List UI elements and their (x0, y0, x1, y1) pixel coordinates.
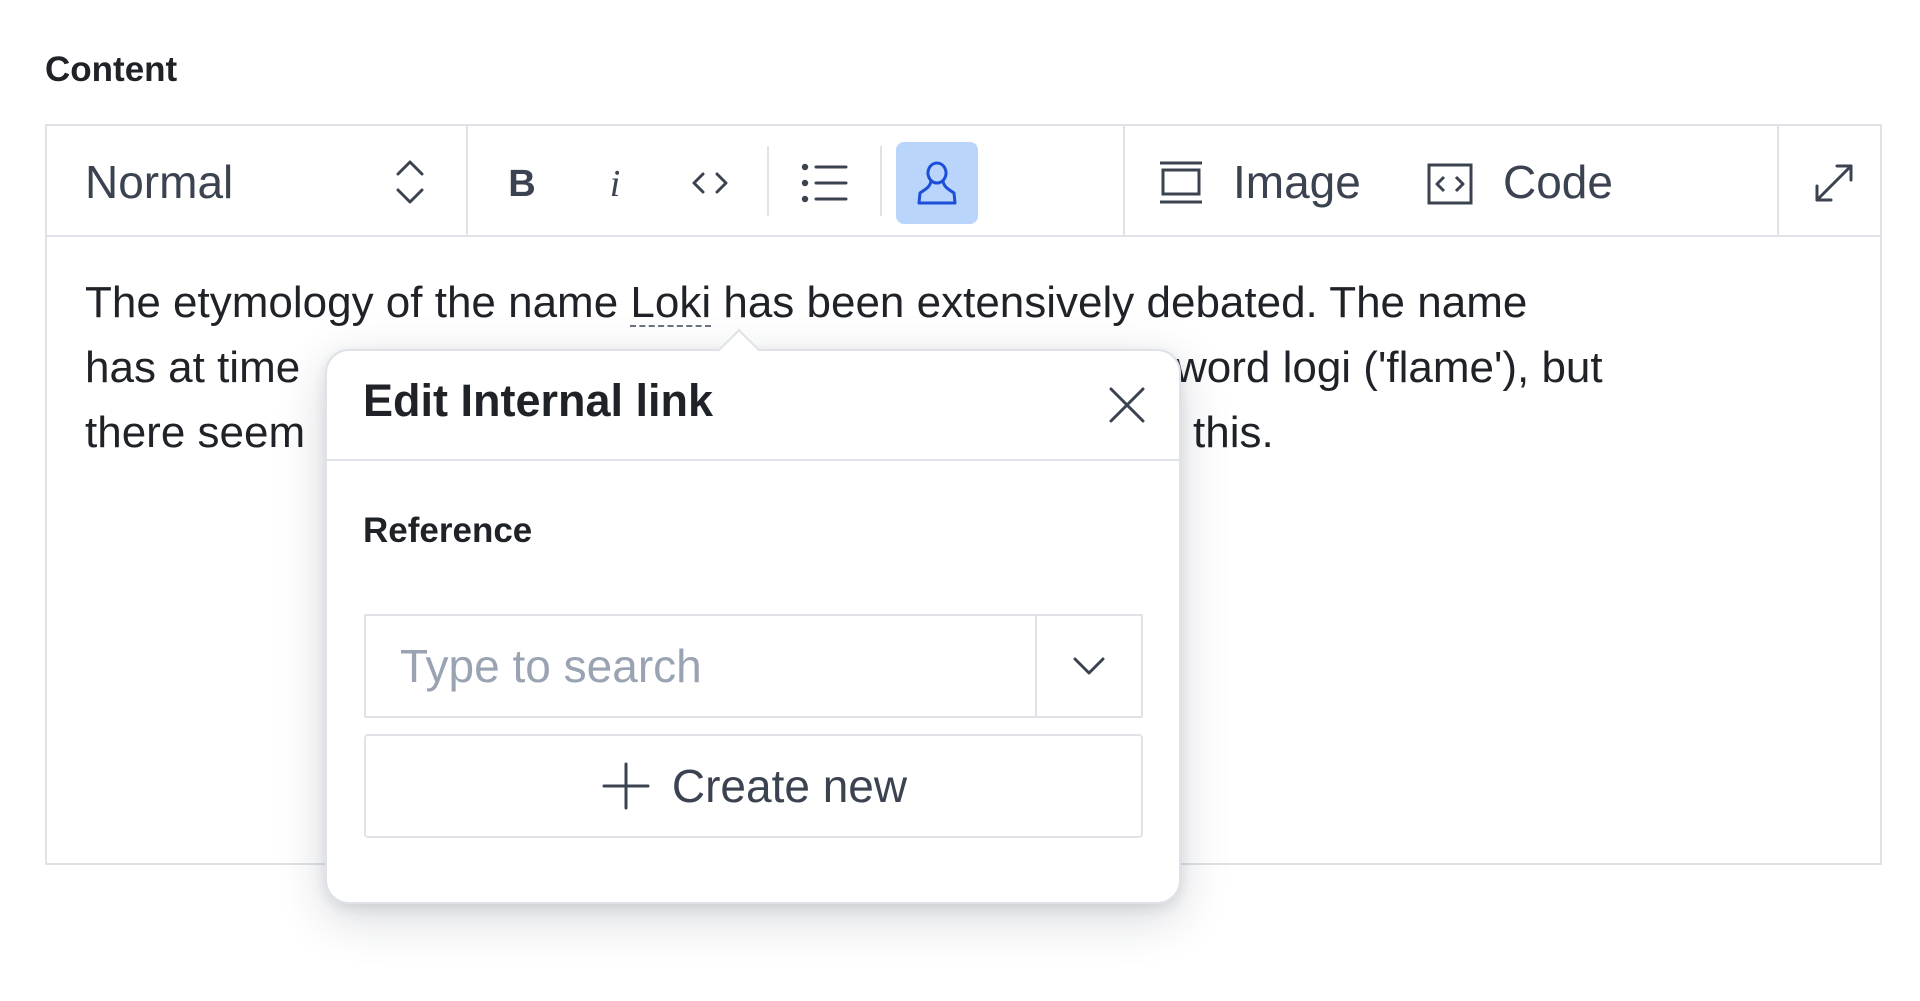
inline-code-button[interactable] (669, 142, 751, 224)
code-label: Code (1503, 156, 1613, 208)
close-button[interactable] (1103, 381, 1151, 429)
image-icon (1157, 160, 1205, 206)
internal-link-text[interactable]: Loki (630, 278, 711, 327)
content-text: this. (1193, 408, 1274, 457)
chevron-down-icon (1071, 655, 1107, 677)
edit-internal-link-popover: Edit Internal link Reference Type to sea… (325, 328, 1181, 904)
code-block-icon (1426, 162, 1474, 206)
content-text: has at time (85, 343, 301, 392)
italic-button[interactable]: i (574, 142, 656, 224)
reference-search-input[interactable] (366, 616, 1035, 716)
popover-title: Edit Internal link (363, 375, 714, 426)
toolbar-divider (466, 126, 468, 235)
reference-dropdown-toggle[interactable] (1035, 616, 1141, 716)
italic-icon: i (595, 163, 635, 203)
popover-header: Edit Internal link (327, 351, 1179, 461)
content-text: has been extensively debated. The name (711, 278, 1528, 327)
internal-link-icon (914, 159, 960, 207)
bold-button[interactable]: B (481, 142, 563, 224)
internal-link-button[interactable] (896, 142, 978, 224)
reference-search (364, 614, 1143, 718)
bullet-list-icon (800, 161, 848, 205)
bold-icon: B (502, 163, 542, 203)
content-text: The etymology of the name (85, 278, 631, 327)
create-new-label: Create new (671, 760, 908, 812)
editor-toolbar: Normal B i Image Code (47, 126, 1880, 237)
fullscreen-button[interactable] (1793, 142, 1875, 224)
svg-text:B: B (508, 163, 535, 203)
toolbar-divider (880, 146, 882, 216)
toolbar-divider (1777, 126, 1779, 235)
expand-icon (1811, 160, 1857, 206)
content-line: The etymology of the name Loki has been … (85, 270, 1825, 335)
bullet-list-button[interactable] (783, 142, 865, 224)
plus-icon (600, 760, 652, 812)
field-label: Content (45, 50, 178, 89)
toolbar-divider (767, 146, 769, 216)
close-icon (1103, 381, 1151, 429)
create-new-button[interactable]: Create new (364, 734, 1143, 838)
svg-text:i: i (610, 163, 621, 203)
image-label: Image (1233, 156, 1361, 208)
chevron-up-down-icon (392, 154, 428, 210)
inline-code-icon (689, 163, 731, 203)
toolbar-divider (1123, 126, 1125, 235)
reference-label: Reference (363, 511, 533, 550)
content-text: word logi ('flame'), but (1175, 343, 1603, 392)
block-style-value: Normal (85, 156, 234, 208)
content-text: there seem (85, 408, 306, 457)
